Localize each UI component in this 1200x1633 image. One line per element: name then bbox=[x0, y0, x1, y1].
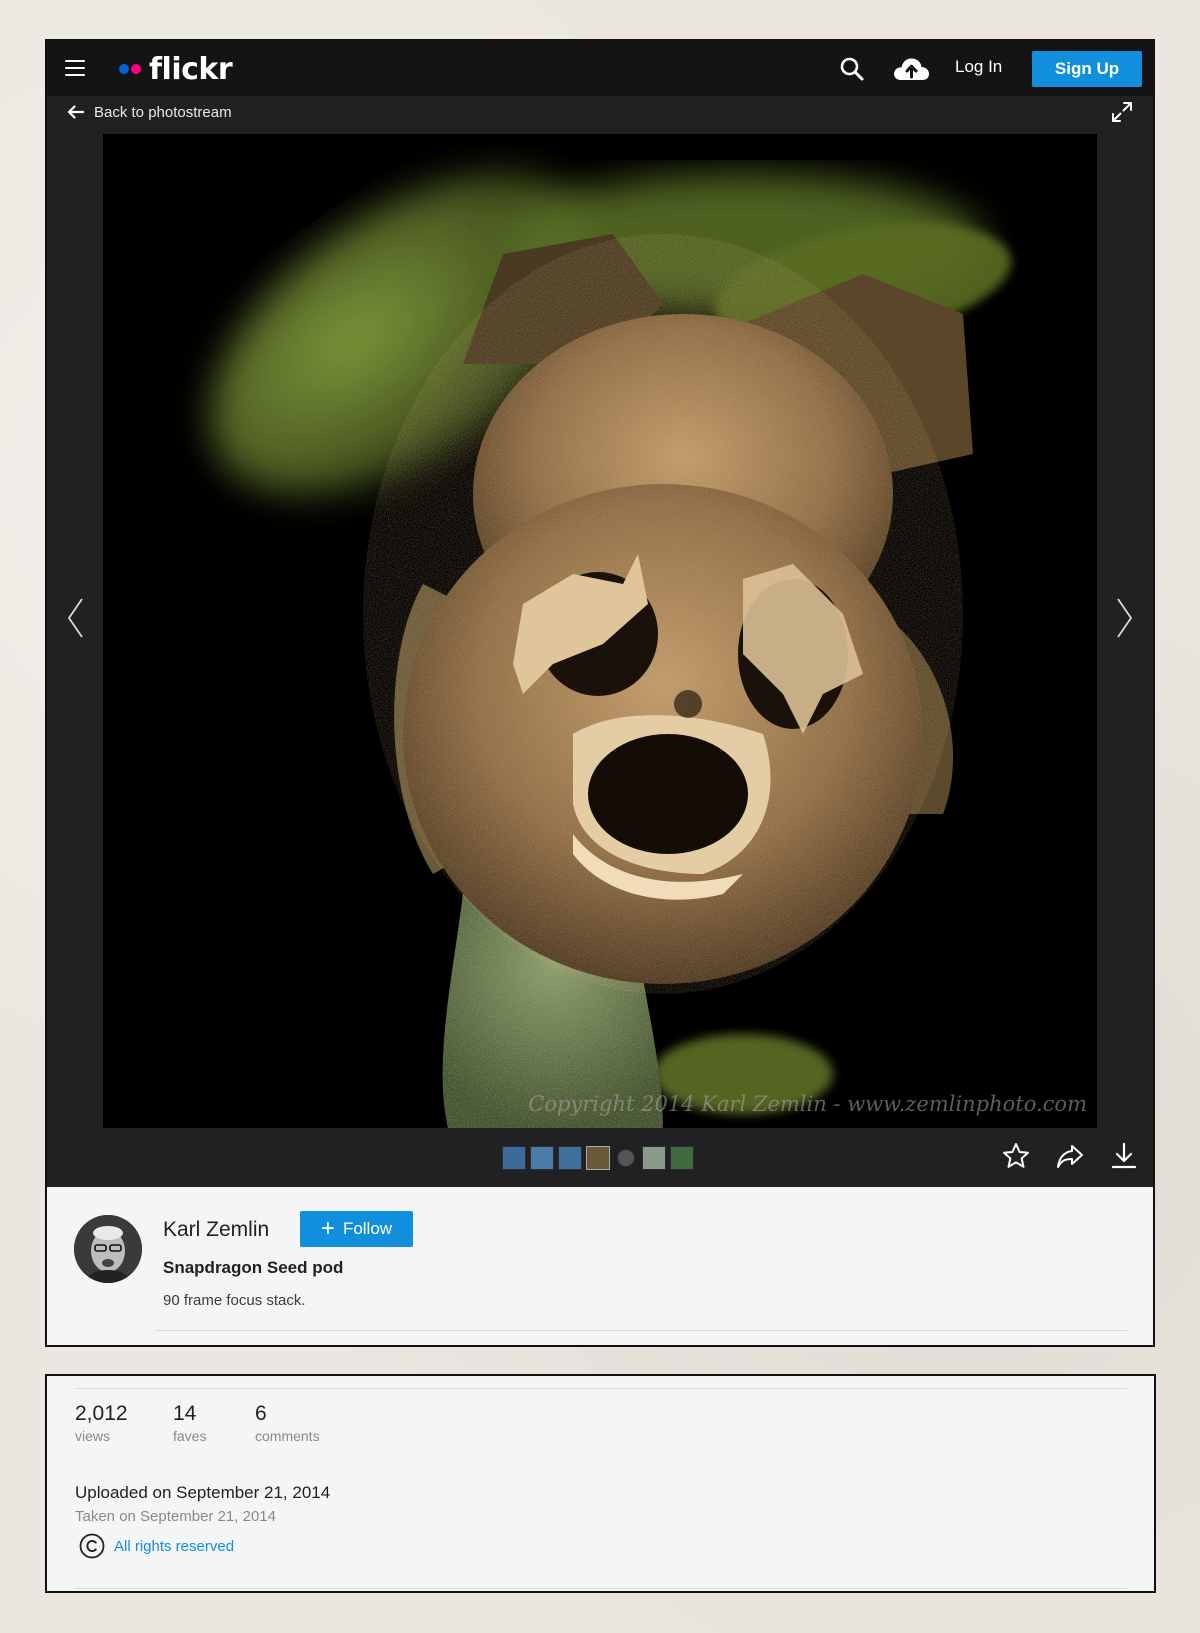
photo-watermark: Copyright 2014 Karl Zemlin - www.zemlinp… bbox=[528, 1092, 1087, 1116]
uploaded-date: Uploaded on September 21, 2014 bbox=[75, 1483, 331, 1502]
divider bbox=[75, 1588, 1127, 1589]
photo-stats-panel: 2,012 views 14 faves 6 comments Uploaded… bbox=[45, 1374, 1156, 1593]
photostream-filmstrip bbox=[502, 1146, 694, 1170]
logo-blue-dot bbox=[119, 64, 129, 74]
back-to-photostream-link[interactable]: Back to photostream bbox=[67, 97, 232, 127]
expand-icon[interactable] bbox=[1109, 99, 1135, 125]
chevron-right-icon[interactable] bbox=[1115, 596, 1135, 640]
photo-description: 90 frame focus stack. bbox=[163, 1292, 306, 1309]
main-photo[interactable]: Copyright 2014 Karl Zemlin - www.zemlinp… bbox=[103, 134, 1097, 1128]
views-stat: 2,012 views bbox=[75, 1402, 128, 1444]
photo-info-section: Karl Zemlin + Follow Snapdragon Seed pod… bbox=[47, 1187, 1153, 1345]
views-count: 2,012 bbox=[75, 1402, 128, 1425]
filmstrip-thumb[interactable] bbox=[642, 1146, 666, 1170]
filmstrip-thumb[interactable] bbox=[530, 1146, 554, 1170]
follow-button[interactable]: + Follow bbox=[300, 1211, 413, 1247]
avatar-portrait bbox=[74, 1215, 142, 1283]
views-label: views bbox=[75, 1428, 111, 1444]
divider bbox=[155, 1330, 1127, 1331]
filmstrip-thumb-current[interactable] bbox=[586, 1146, 610, 1170]
logo-wordmark: flickr bbox=[149, 51, 233, 87]
copyright-icon bbox=[79, 1533, 105, 1559]
search-icon[interactable] bbox=[839, 56, 865, 82]
comments-count: 6 bbox=[255, 1402, 267, 1425]
filmstrip-thumb[interactable] bbox=[617, 1149, 635, 1167]
faves-count: 14 bbox=[173, 1402, 197, 1425]
photo-page-panel: flickr Log In Sign Up Back to photostrea… bbox=[45, 39, 1155, 1347]
follow-label: Follow bbox=[342, 1219, 393, 1238]
flickr-logo[interactable]: flickr bbox=[119, 51, 233, 87]
owner-avatar[interactable] bbox=[74, 1215, 142, 1283]
faves-label: faves bbox=[173, 1428, 207, 1444]
back-link-label: Back to photostream bbox=[94, 103, 232, 121]
taken-date: Taken on September 21, 2014 bbox=[75, 1508, 276, 1525]
comments-label: comments bbox=[255, 1428, 320, 1444]
filmstrip-thumb[interactable] bbox=[502, 1146, 526, 1170]
login-link[interactable]: Log In bbox=[955, 57, 1002, 77]
top-navigation-bar: flickr Log In Sign Up bbox=[47, 41, 1153, 96]
star-icon[interactable] bbox=[1001, 1141, 1031, 1171]
logo-pink-dot bbox=[131, 64, 141, 74]
download-icon[interactable] bbox=[1109, 1141, 1139, 1171]
comments-stat: 6 comments bbox=[255, 1402, 320, 1444]
chevron-left-icon[interactable] bbox=[65, 596, 85, 640]
share-icon[interactable] bbox=[1055, 1141, 1085, 1171]
upload-cloud-icon[interactable] bbox=[892, 55, 930, 83]
arrow-left-icon bbox=[67, 105, 84, 119]
seed-pod-image bbox=[103, 134, 1097, 1128]
signup-button[interactable]: Sign Up bbox=[1032, 51, 1142, 87]
faves-stat: 14 faves bbox=[173, 1402, 206, 1444]
filmstrip-thumb[interactable] bbox=[558, 1146, 582, 1170]
filmstrip-thumb[interactable] bbox=[670, 1146, 694, 1170]
license-label: All rights reserved bbox=[114, 1537, 235, 1555]
photo-title: Snapdragon Seed pod bbox=[163, 1258, 344, 1277]
owner-name[interactable]: Karl Zemlin bbox=[163, 1218, 269, 1242]
plus-icon: + bbox=[320, 1215, 335, 1242]
divider bbox=[75, 1388, 1127, 1389]
license-link[interactable]: All rights reserved bbox=[79, 1533, 234, 1559]
menu-icon[interactable] bbox=[65, 60, 85, 76]
